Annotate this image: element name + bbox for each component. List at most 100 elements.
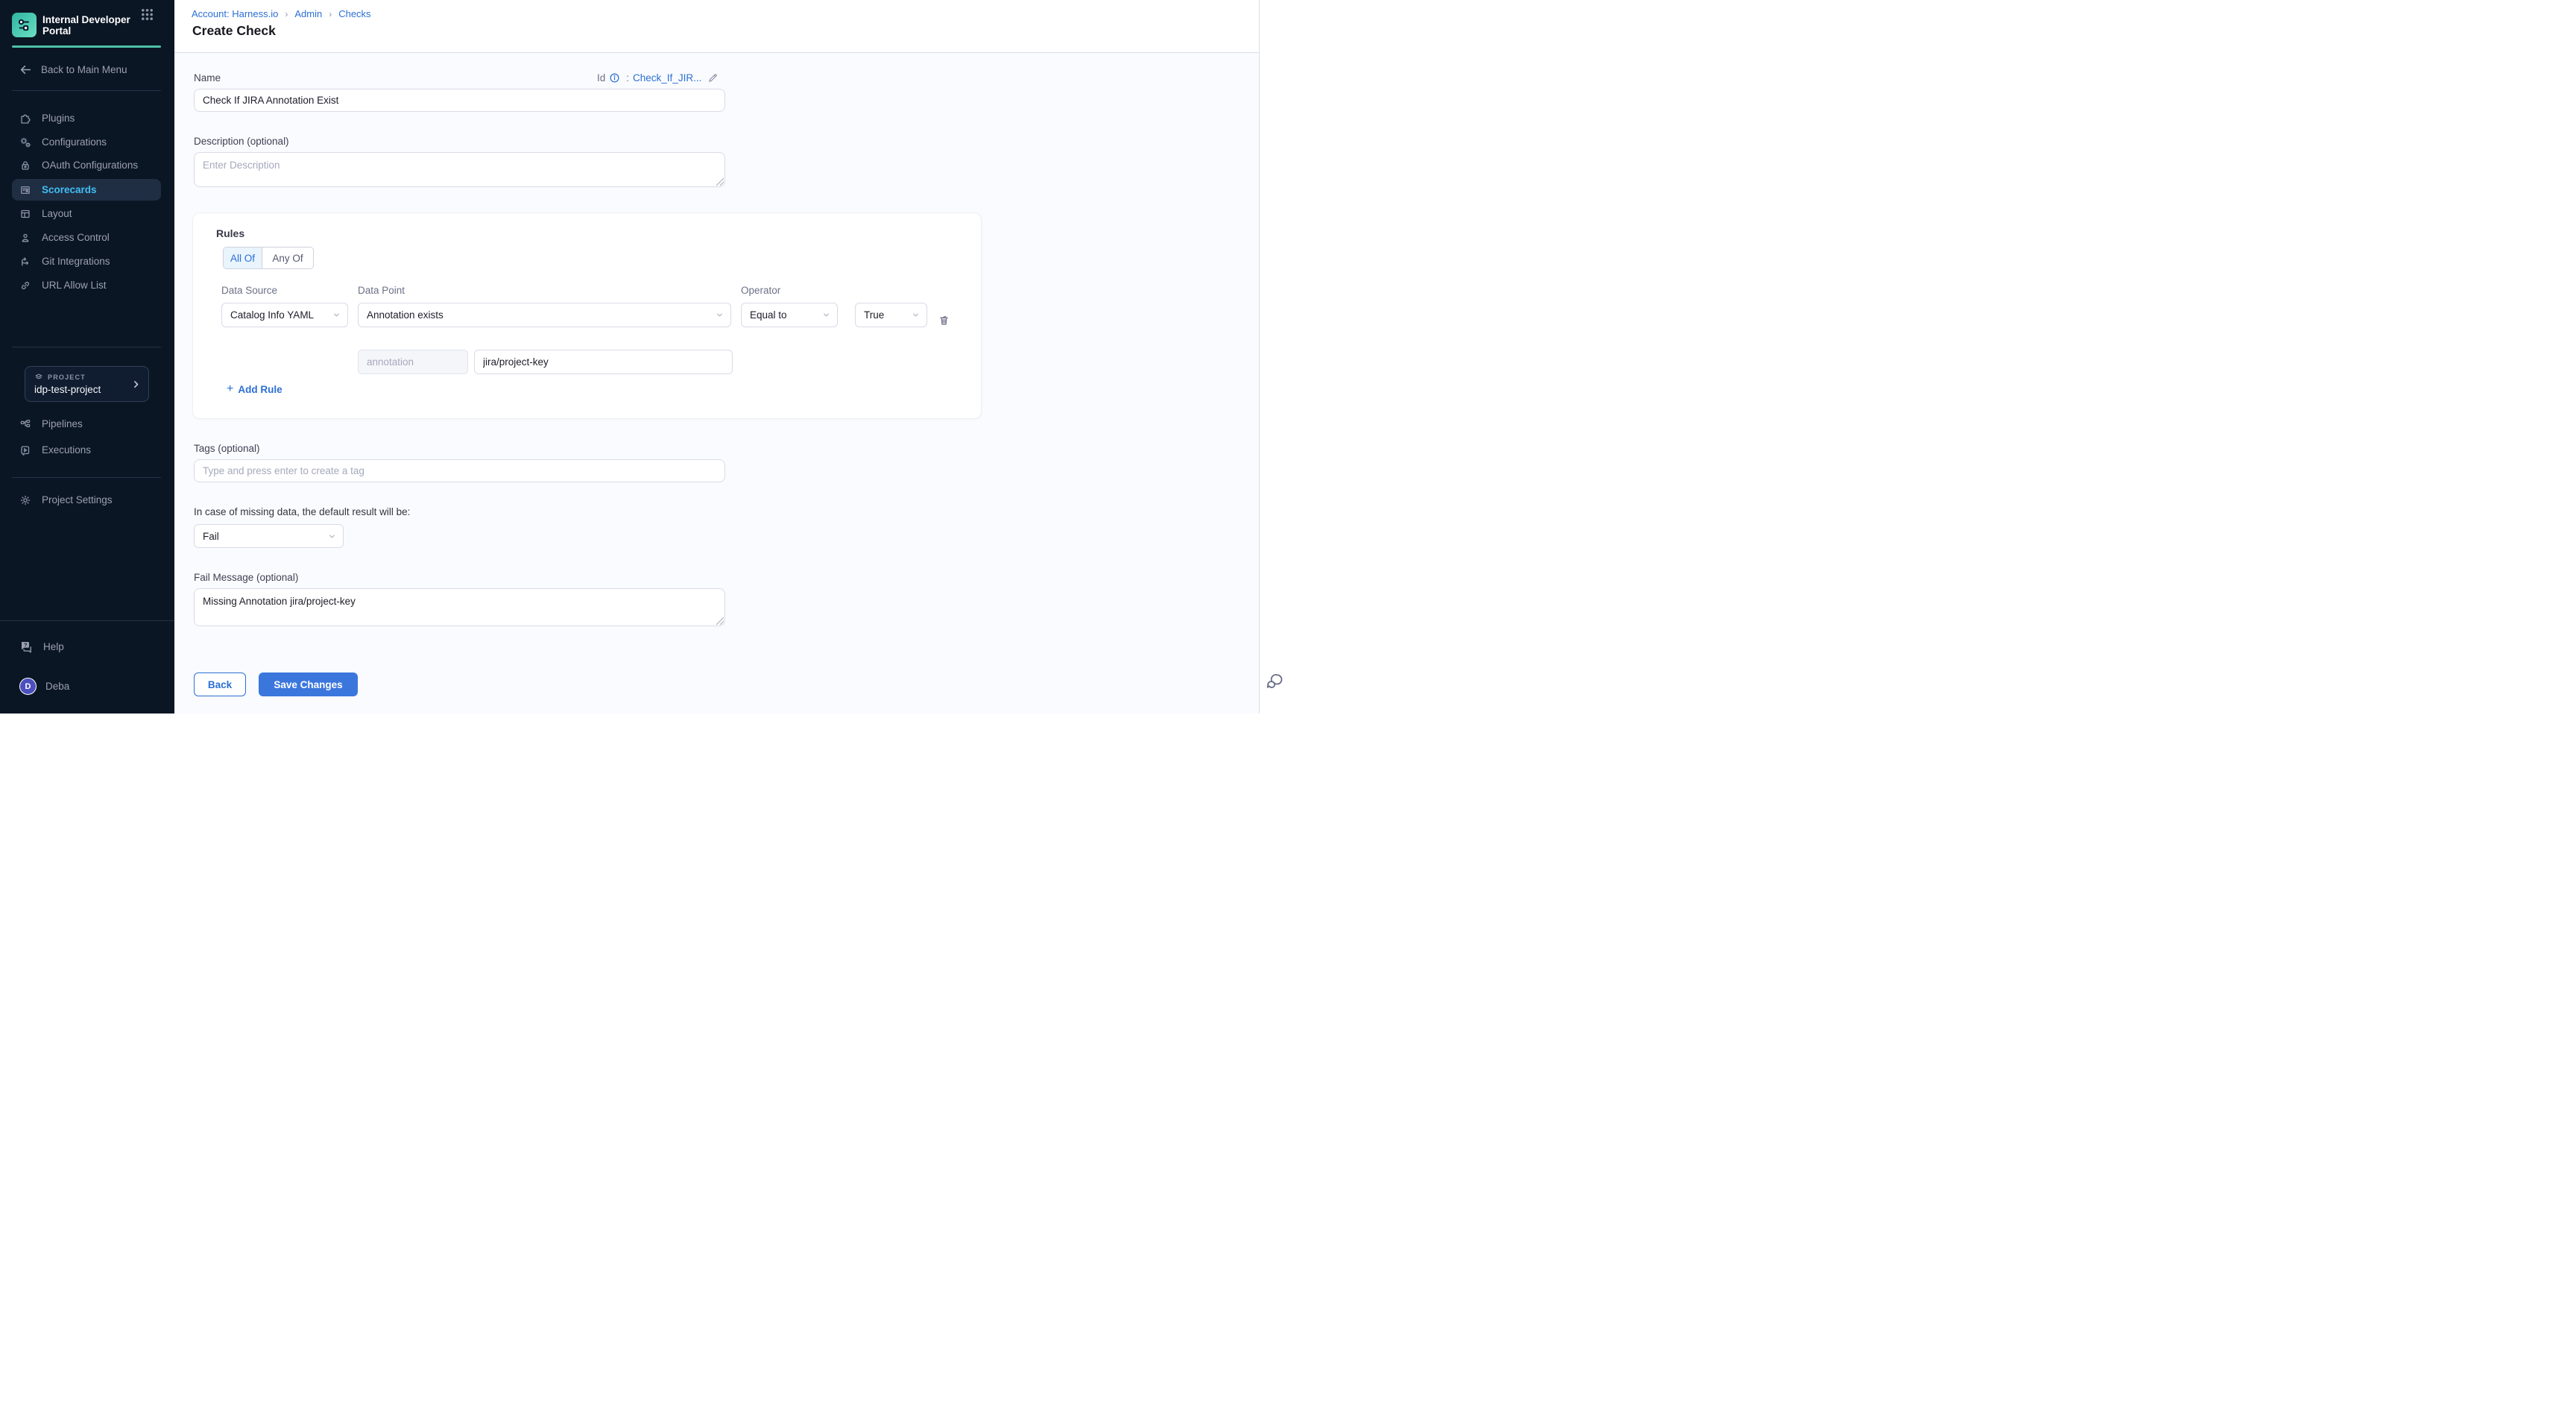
rules-label: Rules bbox=[216, 227, 244, 239]
edit-pencil-icon[interactable] bbox=[707, 72, 719, 84]
pipelines-icon bbox=[19, 418, 31, 430]
data-point-label: Data Point bbox=[358, 285, 405, 296]
info-icon[interactable] bbox=[609, 72, 620, 84]
annotation-value-input[interactable] bbox=[474, 350, 733, 374]
sidebar-item-url-allow-list[interactable]: URL Allow List bbox=[12, 274, 161, 296]
module-grid-icon[interactable] bbox=[140, 7, 154, 22]
right-panel-strip bbox=[1259, 0, 1288, 714]
default-result-value: Fail bbox=[203, 531, 219, 542]
project-selector[interactable]: PROJECT idp-test-project bbox=[25, 366, 149, 402]
data-source-select[interactable]: Catalog Info YAML bbox=[221, 303, 348, 327]
sidebar-item-access-control[interactable]: Access Control bbox=[12, 227, 161, 248]
resize-handle[interactable] bbox=[716, 178, 724, 186]
rules-mode-toggle: All Of Any Of bbox=[223, 247, 314, 269]
sidebar-item-label: Executions bbox=[42, 444, 91, 456]
chevron-right-icon: › bbox=[329, 9, 332, 19]
trash-icon bbox=[938, 314, 950, 327]
git-branch-icon bbox=[19, 256, 31, 268]
sidebar-item-plugins[interactable]: Plugins bbox=[12, 107, 161, 129]
sidebar-item-layout[interactable]: Layout bbox=[12, 203, 161, 224]
brand-accent-divider bbox=[12, 45, 161, 48]
name-label: Name bbox=[194, 72, 221, 84]
annotation-key-input[interactable] bbox=[358, 350, 468, 374]
resize-handle[interactable] bbox=[716, 617, 724, 625]
executions-icon bbox=[19, 444, 31, 456]
sidebar-item-label: Plugins bbox=[42, 113, 75, 124]
add-rule-label: Add Rule bbox=[238, 384, 282, 395]
sidebar-item-project-settings[interactable]: Project Settings bbox=[12, 489, 161, 511]
sidebar-item-git-integrations[interactable]: Git Integrations bbox=[12, 251, 161, 272]
description-textarea[interactable] bbox=[194, 152, 725, 187]
any-of-button[interactable]: Any Of bbox=[262, 248, 313, 268]
rules-card: Rules All Of Any Of Data Source Data Poi… bbox=[192, 212, 982, 419]
tags-input[interactable] bbox=[194, 459, 725, 482]
name-input[interactable] bbox=[194, 89, 725, 112]
save-changes-button[interactable]: Save Changes bbox=[259, 672, 358, 696]
id-label: Id bbox=[597, 72, 605, 84]
sidebar-item-executions[interactable]: Executions bbox=[12, 439, 161, 461]
lock-icon bbox=[19, 160, 31, 171]
check-id-value[interactable]: Check_If_JIR... bbox=[633, 72, 701, 84]
tags-label: Tags (optional) bbox=[194, 443, 260, 454]
operator-label: Operator bbox=[741, 285, 780, 296]
back-to-main-menu[interactable]: Back to Main Menu bbox=[19, 63, 127, 76]
arrow-left-icon bbox=[19, 63, 32, 76]
svg-text:?: ? bbox=[24, 643, 27, 648]
divider bbox=[12, 477, 161, 478]
fail-message-label: Fail Message (optional) bbox=[194, 572, 298, 583]
fail-message-textarea[interactable]: Missing Annotation jira/project-key bbox=[194, 588, 725, 626]
sidebar-item-configurations[interactable]: Configurations bbox=[12, 131, 161, 153]
divider bbox=[12, 90, 161, 91]
chevron-down-icon bbox=[822, 311, 830, 319]
breadcrumb: Account: Harness.io › Admin › Checks bbox=[192, 8, 371, 19]
data-source-value: Catalog Info YAML bbox=[230, 309, 314, 321]
sidebar-item-label: Access Control bbox=[42, 232, 110, 243]
gears-icon bbox=[19, 136, 31, 148]
chat-bubbles-icon[interactable] bbox=[1265, 672, 1284, 691]
sidebar-item-label: OAuth Configurations bbox=[42, 160, 138, 171]
person-icon bbox=[19, 232, 31, 244]
main-content: Account: Harness.io › Admin › Checks Cre… bbox=[174, 0, 1259, 714]
sidebar-item-label: URL Allow List bbox=[42, 280, 107, 291]
default-result-label: In case of missing data, the default res… bbox=[194, 506, 410, 517]
gear-icon bbox=[19, 494, 31, 506]
help-label: Help bbox=[43, 641, 64, 652]
user-name: Deba bbox=[45, 681, 69, 692]
sidebar-item-pipelines[interactable]: Pipelines bbox=[12, 413, 161, 435]
help-chat-icon: ? bbox=[19, 640, 33, 653]
brand: Internal Developer Portal bbox=[12, 13, 132, 37]
delete-rule-button[interactable] bbox=[938, 314, 950, 327]
sidebar-item-oauth-configurations[interactable]: OAuth Configurations bbox=[12, 154, 161, 176]
puzzle-icon bbox=[19, 113, 31, 125]
sidebar-item-label: Configurations bbox=[42, 136, 107, 148]
back-label: Back to Main Menu bbox=[41, 64, 127, 75]
operand-value: True bbox=[864, 309, 884, 321]
chevron-down-icon bbox=[912, 311, 920, 319]
chevron-down-icon bbox=[328, 532, 336, 541]
idp-logo-icon bbox=[12, 13, 37, 37]
data-source-label: Data Source bbox=[221, 285, 277, 296]
user-menu[interactable]: D Deba bbox=[19, 678, 69, 695]
breadcrumb-checks[interactable]: Checks bbox=[338, 8, 370, 19]
operator-value: Equal to bbox=[750, 309, 787, 321]
breadcrumb-account[interactable]: Account: Harness.io bbox=[192, 8, 278, 19]
add-rule-button[interactable]: + Add Rule bbox=[227, 383, 282, 396]
help-button[interactable]: ? Help bbox=[19, 640, 64, 653]
page-title: Create Check bbox=[192, 23, 276, 39]
breadcrumb-admin[interactable]: Admin bbox=[294, 8, 322, 19]
default-result-select[interactable]: Fail bbox=[194, 524, 344, 548]
chevron-down-icon bbox=[716, 311, 724, 319]
all-of-button[interactable]: All Of bbox=[224, 248, 262, 268]
project-label: PROJECT bbox=[48, 374, 86, 381]
data-point-value: Annotation exists bbox=[367, 309, 443, 321]
back-button[interactable]: Back bbox=[194, 672, 246, 696]
data-point-select[interactable]: Annotation exists bbox=[358, 303, 731, 327]
scorecard-icon bbox=[19, 184, 31, 196]
layers-icon bbox=[34, 373, 43, 382]
sidebar-item-scorecards[interactable]: Scorecards bbox=[12, 179, 161, 201]
link-icon bbox=[19, 280, 31, 292]
operand-select[interactable]: True bbox=[855, 303, 927, 327]
operator-select[interactable]: Equal to bbox=[741, 303, 838, 327]
description-label: Description (optional) bbox=[194, 136, 289, 147]
id-separator: : bbox=[626, 72, 629, 84]
